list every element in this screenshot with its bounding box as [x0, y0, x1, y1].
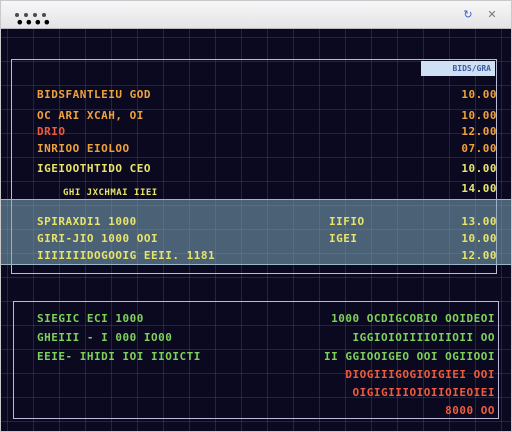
row-value: 8000 OO [445, 404, 495, 417]
row-label[interactable]: DRIO [37, 124, 66, 140]
close-icon[interactable]: ✕ [485, 8, 499, 22]
row-label[interactable]: BIDSFANTLEIU GOD [37, 87, 151, 103]
row-label[interactable]: IIIIIIIDOGOOIG EEII. 1181 [37, 248, 215, 264]
app-window: • • • • ↻ ✕ BIDS/GRA BIDSFANTLEIU GOD 10… [0, 0, 512, 432]
row-value: 1000 OCDIGCOBIO OOIDEOI [331, 312, 495, 325]
row-label[interactable]: OC ARI XCAH, OI [37, 108, 144, 124]
title-dot: • [42, 13, 52, 32]
row-value: 10.00 [461, 88, 497, 101]
row-value: 13.00 [461, 215, 497, 228]
title-dot: • [24, 13, 34, 32]
row-value: II GGIOOIGEO OOI OGIIOOI [324, 350, 495, 363]
row-label[interactable]: SIEGIC ECI 1000 [37, 311, 144, 327]
refresh-icon[interactable]: ↻ [461, 8, 475, 22]
row-value: 10.00 [461, 162, 497, 175]
row-value: DIOGIIIGOGIOIGIEI OOI [345, 368, 495, 381]
header-badge[interactable]: BIDS/GRA [421, 61, 495, 76]
row-label[interactable]: GIRI-JIO 1000 OOI [37, 231, 158, 247]
row-label[interactable]: GHEIII - I 000 IO00 [37, 330, 172, 346]
row-label[interactable]: EEIE- IHIDI IOI IIOICTI [37, 349, 201, 365]
row-value: 12.00 [461, 125, 497, 138]
row-label[interactable]: IGEIOOTHTIDO CEO [37, 161, 151, 177]
row-value: 10.00 [461, 232, 497, 245]
row-label[interactable]: SPIRAXDI1 1000 [37, 214, 137, 230]
row-mid: IIFIO [329, 215, 365, 228]
title-bar: • • • • ↻ ✕ [1, 1, 511, 32]
row-label[interactable]: INRIOO EIOLOO [37, 141, 130, 157]
row-value: IGGIOIOIIIIOIIOII OO [352, 331, 495, 344]
row-value: 12.00 [461, 249, 497, 262]
row-value: OIGIGIIIOIOIIOIEOIEI [352, 386, 495, 399]
title-dot: • [15, 13, 25, 32]
row-value: 14.00 [461, 182, 497, 195]
row-value: 07.00 [461, 142, 497, 155]
row-mid: IGEI [329, 232, 358, 245]
row-value: 10.00 [461, 109, 497, 122]
title-dot: • [33, 13, 43, 32]
